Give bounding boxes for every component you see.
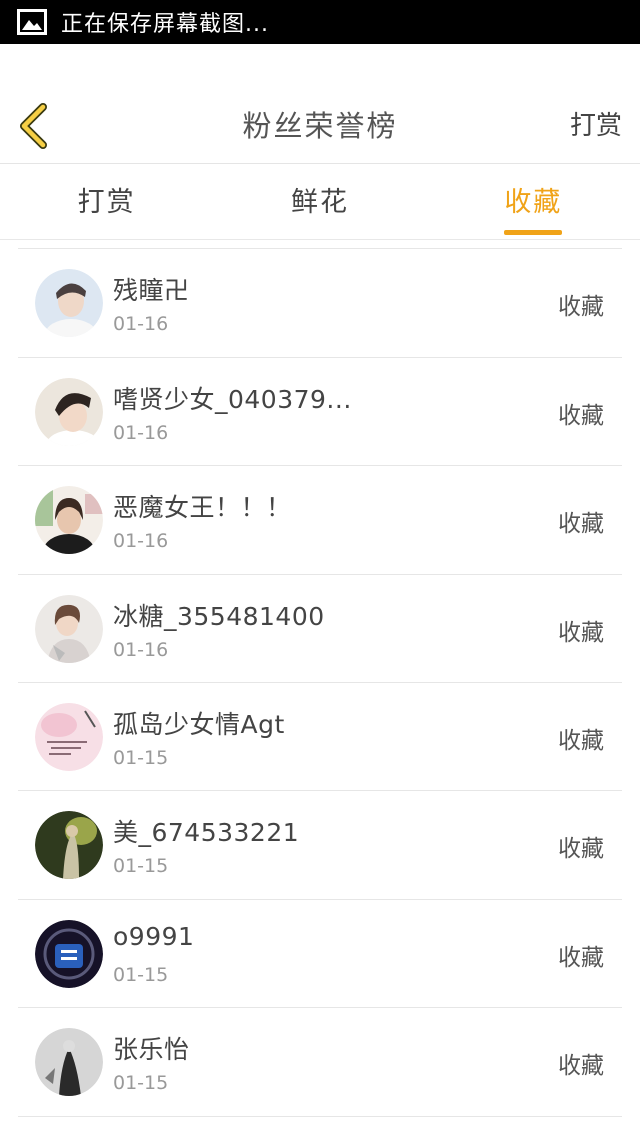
toolbar-spacer [0, 44, 640, 88]
tab-favorites[interactable]: 收藏 [427, 165, 640, 239]
fan-action-type: 收藏 [558, 836, 604, 863]
reward-button[interactable]: 打赏 [570, 88, 622, 164]
fan-name: o9991 [113, 921, 195, 951]
tab-reward[interactable]: 打赏 [0, 165, 213, 239]
fan-date: 01-15 [113, 855, 169, 878]
active-tab-indicator [504, 230, 563, 235]
fan-name: 孤岛少女情Agt [113, 709, 285, 739]
fan-date: 01-15 [113, 963, 169, 986]
list-item[interactable]: 美_674533221 01-15 收藏 [18, 791, 622, 900]
list-item[interactable]: 残瞳卍 01-16 收藏 [18, 249, 622, 358]
fan-date: 01-15 [113, 746, 169, 769]
list-item[interactable]: o9991 01-15 收藏 [18, 900, 622, 1009]
status-text: 正在保存屏幕截图... [61, 12, 269, 37]
tab-bar: 打赏 鲜花 收藏 [0, 165, 640, 240]
fan-action-type: 收藏 [558, 294, 604, 321]
fan-date: 01-16 [113, 421, 169, 444]
list-item[interactable]: 孤岛少女情Agt 01-15 收藏 [18, 683, 622, 792]
fan-date: 01-16 [113, 530, 169, 553]
list-item[interactable]: 张乐怡 01-15 收藏 [18, 1008, 622, 1117]
avatar [35, 269, 103, 338]
header: 粉丝荣誉榜 打赏 [0, 88, 640, 164]
fan-date: 01-16 [113, 638, 169, 661]
fan-date: 01-16 [113, 313, 169, 336]
fan-date: 01-15 [113, 1072, 169, 1095]
fan-name: 冰糖_355481400 [113, 601, 325, 631]
fan-action-type: 收藏 [558, 727, 604, 754]
avatar [35, 811, 103, 880]
list-item[interactable]: 01-16 [18, 241, 622, 250]
fan-name: 嗜贤少女_040379... [113, 384, 352, 414]
avatar [35, 486, 103, 555]
fan-list[interactable]: 01-16 残瞳卍 01-16 收藏 嗜贤少女_040379... 01-16 [0, 241, 640, 1138]
list-item[interactable]: 嗜贤少女_040379... 01-16 收藏 [18, 358, 622, 467]
status-bar: 正在保存屏幕截图... [0, 0, 640, 44]
fan-action-type: 收藏 [558, 944, 604, 971]
fan-action-type: 收藏 [558, 511, 604, 538]
fan-name: 美_674533221 [113, 818, 300, 848]
fan-name: 残瞳卍 [113, 276, 190, 306]
avatar [35, 1028, 103, 1097]
tab-flowers[interactable]: 鲜花 [213, 165, 426, 239]
fan-name: 张乐怡 [113, 1035, 190, 1065]
tab-label: 鲜花 [290, 187, 349, 218]
avatar [35, 702, 103, 771]
list-item[interactable]: 冰糖_355481400 01-16 收藏 [18, 575, 622, 683]
page-title: 粉丝荣誉榜 [242, 109, 398, 143]
fan-action-type: 收藏 [558, 402, 604, 429]
fan-action-type: 收藏 [558, 1053, 604, 1080]
image-icon [17, 9, 47, 35]
fan-action-type: 收藏 [558, 619, 604, 646]
tab-label: 打赏 [77, 187, 136, 218]
avatar [35, 919, 103, 988]
list-item[interactable]: 恶魔女王！！！ 01-16 收藏 [18, 466, 622, 575]
fan-name: 恶魔女王！！！ [113, 493, 292, 523]
avatar [35, 594, 103, 663]
avatar [35, 377, 103, 446]
fan-list-content: 01-16 残瞳卍 01-16 收藏 嗜贤少女_040379... 01-16 [0, 241, 640, 1117]
